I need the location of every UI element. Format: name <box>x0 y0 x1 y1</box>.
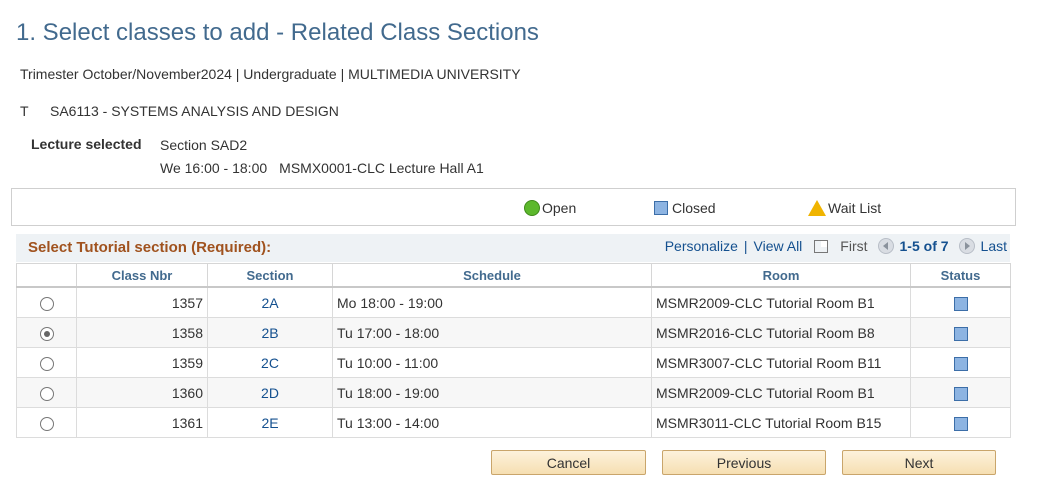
class-nbr: 1359 <box>76 347 208 378</box>
term-info: Trimester October/November2024 | Undergr… <box>20 66 521 82</box>
course-info: T SA6113 - SYSTEMS ANALYSIS AND DESIGN <box>20 103 339 119</box>
column-header-room: Room <box>651 263 911 288</box>
schedule-cell: Tu 17:00 - 18:00 <box>332 317 652 348</box>
page-title: 1. Select classes to add - Related Class… <box>16 19 539 46</box>
course-prefix: T <box>20 103 29 119</box>
open-status-icon <box>524 200 540 216</box>
personalize-link[interactable]: Personalize <box>665 238 738 254</box>
table-row: 1359 2C Tu 10:00 - 11:00 MSMR3007-CLC Tu… <box>16 347 1011 378</box>
legend-open: Open <box>524 200 576 216</box>
column-header-select <box>16 263 77 288</box>
section-link[interactable]: 2C <box>207 347 333 378</box>
lecture-schedule: We 16:00 - 18:00 MSMX0001-CLC Lecture Hal… <box>160 160 484 176</box>
room-cell: MSMR3011-CLC Tutorial Room B15 <box>651 407 911 438</box>
popout-icon[interactable] <box>814 239 829 253</box>
cancel-button[interactable]: Cancel <box>491 450 646 475</box>
section-radio-2e[interactable] <box>39 416 54 431</box>
room-cell: MSMR2016-CLC Tutorial Room B8 <box>651 317 911 348</box>
nav-separator: | <box>743 238 748 254</box>
previous-button[interactable]: Previous <box>662 450 826 475</box>
legend-wait-list: Wait List <box>808 200 881 216</box>
closed-status-icon <box>953 296 968 311</box>
room-cell: MSMR2009-CLC Tutorial Room B1 <box>651 286 911 318</box>
table-row: 1357 2A Mo 18:00 - 19:00 MSMR2009-CLC Tu… <box>16 286 1011 318</box>
room-cell: MSMR3007-CLC Tutorial Room B11 <box>651 347 911 378</box>
lecture-selected-label: Lecture selected <box>31 136 142 152</box>
column-header-class-nbr: Class Nbr <box>76 263 208 288</box>
section-radio-2c[interactable] <box>39 356 54 371</box>
column-header-status: Status <box>910 263 1011 288</box>
closed-status-icon <box>654 201 668 215</box>
previous-page-icon[interactable] <box>877 238 894 254</box>
grid-navigation: Personalize | View All First 1-5 of 7 La… <box>665 238 1007 254</box>
table-row: 1361 2E Tu 13:00 - 14:00 MSMR3011-CLC Tu… <box>16 407 1011 438</box>
schedule-cell: Tu 10:00 - 11:00 <box>332 347 652 378</box>
view-all-link[interactable]: View All <box>754 238 803 254</box>
row-range: 1-5 of 7 <box>899 238 949 254</box>
next-page-icon[interactable] <box>958 238 975 254</box>
first-label: First <box>840 238 868 254</box>
column-header-section: Section <box>207 263 333 288</box>
last-link[interactable]: Last <box>981 238 1007 254</box>
closed-status-icon <box>953 356 968 371</box>
grid-title: Select Tutorial section (Required): <box>28 239 272 256</box>
section-radio-2a[interactable] <box>39 296 54 311</box>
lecture-room: MSMX0001-CLC Lecture Hall A1 <box>279 160 484 176</box>
class-nbr: 1361 <box>76 407 208 438</box>
schedule-cell: Mo 18:00 - 19:00 <box>332 286 652 318</box>
section-link[interactable]: 2A <box>207 286 333 318</box>
lecture-section: Section SAD2 <box>160 137 248 153</box>
room-cell: MSMR2009-CLC Tutorial Room B1 <box>651 377 911 408</box>
section-radio-2d[interactable] <box>39 386 54 401</box>
table-row: 1358 2B Tu 17:00 - 18:00 MSMR2016-CLC Tu… <box>16 317 1011 348</box>
schedule-cell: Tu 13:00 - 14:00 <box>332 407 652 438</box>
class-nbr: 1357 <box>76 286 208 318</box>
grid-header: Select Tutorial section (Required): Pers… <box>16 234 1010 262</box>
lecture-time: We 16:00 - 18:00 <box>160 160 268 176</box>
schedule-cell: Tu 18:00 - 19:00 <box>332 377 652 408</box>
class-nbr: 1358 <box>76 317 208 348</box>
section-link[interactable]: 2B <box>207 317 333 348</box>
table-header-row: Class Nbr Section Schedule Room Status <box>16 263 1011 288</box>
tutorial-sections-table: Class Nbr Section Schedule Room Status 1… <box>16 263 1011 438</box>
course-name: SA6113 - SYSTEMS ANALYSIS AND DESIGN <box>50 103 339 119</box>
status-legend: Open Closed Wait List <box>11 188 1016 226</box>
section-radio-2b[interactable] <box>39 326 54 341</box>
table-row: 1360 2D Tu 18:00 - 19:00 MSMR2009-CLC Tu… <box>16 377 1011 408</box>
wait-list-status-icon <box>808 200 826 216</box>
section-link[interactable]: 2D <box>207 377 333 408</box>
section-link[interactable]: 2E <box>207 407 333 438</box>
column-header-schedule: Schedule <box>332 263 652 288</box>
class-nbr: 1360 <box>76 377 208 408</box>
closed-status-icon <box>953 386 968 401</box>
legend-closed: Closed <box>654 200 716 216</box>
next-button[interactable]: Next <box>842 450 996 475</box>
closed-status-icon <box>953 326 968 341</box>
closed-status-icon <box>953 416 968 431</box>
